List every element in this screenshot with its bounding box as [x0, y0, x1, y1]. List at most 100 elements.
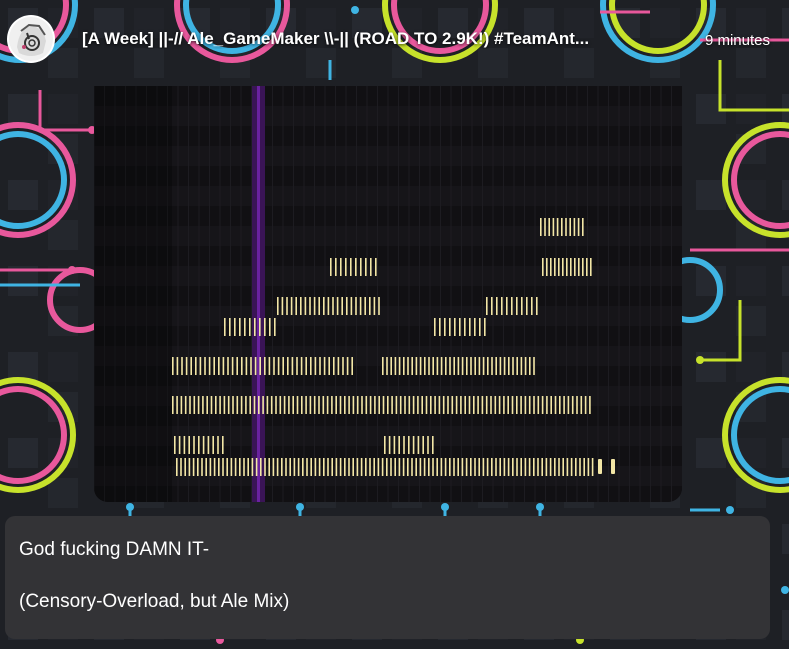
note [562, 458, 564, 476]
note [369, 396, 372, 414]
note [554, 458, 556, 476]
note [346, 357, 349, 375]
note [524, 458, 527, 476]
note [289, 458, 291, 476]
note [290, 297, 293, 315]
note [226, 458, 228, 476]
note [391, 396, 393, 414]
note [482, 458, 485, 476]
note [425, 396, 428, 414]
note [180, 396, 183, 414]
note [352, 458, 354, 476]
note [188, 458, 191, 476]
post-timestamp: 9 minutes [704, 32, 770, 49]
note [466, 357, 468, 375]
note [185, 357, 188, 375]
note [293, 458, 296, 476]
note [464, 396, 466, 414]
note [474, 318, 476, 336]
note [342, 357, 344, 375]
note [398, 357, 401, 375]
note [305, 396, 307, 414]
note [348, 458, 350, 476]
post-image[interactable] [94, 86, 682, 502]
note [183, 436, 186, 454]
note [364, 297, 366, 315]
note [432, 436, 434, 454]
note [232, 396, 234, 414]
note [442, 396, 445, 414]
note [533, 458, 535, 476]
note [327, 297, 330, 315]
note [473, 396, 475, 414]
note [300, 357, 303, 375]
note [411, 458, 413, 476]
note [273, 357, 275, 375]
note [202, 396, 204, 414]
note [355, 258, 357, 276]
note [415, 458, 417, 476]
note [286, 297, 288, 315]
note [531, 297, 533, 315]
avatar[interactable] [9, 17, 53, 61]
note [382, 396, 385, 414]
note [209, 458, 212, 476]
note [288, 396, 290, 414]
note [417, 396, 419, 414]
note [544, 218, 546, 236]
post-title[interactable]: [A Week] ||-// Ale_GameMaker \\-|| (ROAD… [82, 29, 676, 49]
note [193, 396, 196, 414]
note [339, 396, 342, 414]
note [236, 396, 239, 414]
note [521, 297, 523, 315]
note [328, 357, 330, 375]
note [587, 458, 590, 476]
note [176, 458, 178, 476]
note [577, 218, 580, 236]
note [345, 258, 347, 276]
note [569, 218, 571, 236]
note [548, 218, 550, 236]
note [230, 458, 233, 476]
note [465, 458, 468, 476]
note [461, 357, 464, 375]
note [394, 458, 396, 476]
note [528, 458, 531, 476]
note [491, 357, 493, 375]
note [589, 396, 591, 414]
note [234, 318, 236, 336]
note [411, 357, 413, 375]
note [394, 357, 397, 375]
note [571, 396, 574, 414]
note [470, 357, 472, 375]
note [180, 458, 182, 476]
note [455, 396, 458, 414]
note [537, 396, 540, 414]
note [464, 318, 466, 336]
note [184, 458, 186, 476]
note [190, 357, 192, 375]
note [486, 458, 489, 476]
note [512, 357, 514, 375]
note [524, 357, 527, 375]
note [407, 458, 409, 476]
note [331, 458, 333, 476]
note [511, 297, 513, 315]
note [313, 396, 316, 414]
note [297, 458, 300, 476]
note [524, 396, 527, 414]
note [304, 297, 307, 315]
note [227, 357, 229, 375]
note [172, 396, 174, 414]
note [579, 458, 581, 476]
note [327, 458, 329, 476]
note [528, 396, 531, 414]
note [283, 396, 286, 414]
note [258, 396, 260, 414]
note [227, 396, 230, 414]
note [253, 396, 256, 414]
note [550, 258, 552, 276]
note [501, 297, 503, 315]
note [422, 436, 424, 454]
note [468, 396, 471, 414]
